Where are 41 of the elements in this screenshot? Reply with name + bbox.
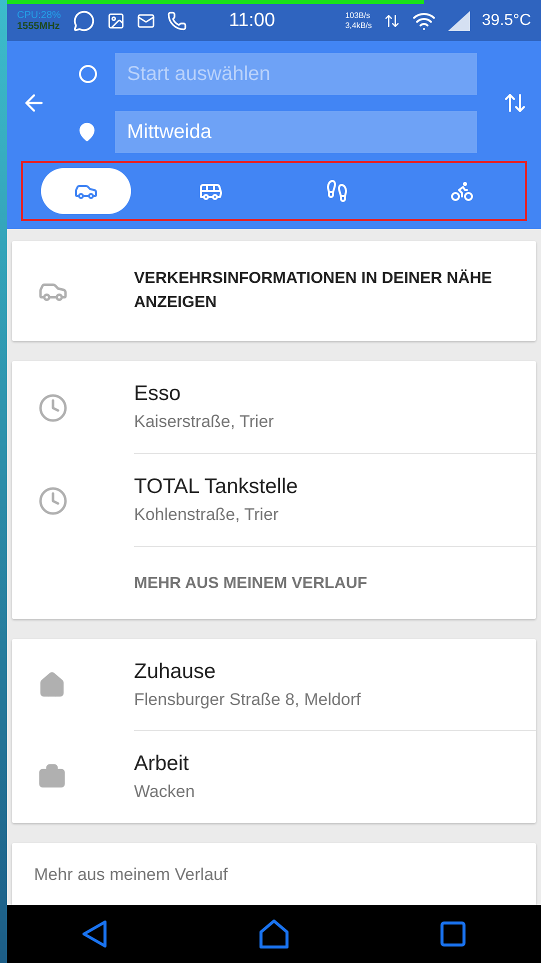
clock-icon xyxy=(38,486,68,516)
traffic-card[interactable]: VERKEHRSINFORMATIONEN IN DEINER NÄHE ANZEIGEN xyxy=(12,241,536,341)
home-icon xyxy=(38,671,66,699)
start-circle-icon xyxy=(79,65,97,83)
mail-icon xyxy=(136,12,155,30)
signal-icon xyxy=(448,10,470,30)
cpu-usage: CPU:28% xyxy=(17,10,61,20)
traffic-label: VERKEHRSINFORMATIONEN IN DEINER NÄHE ANZEIGEN xyxy=(134,268,493,313)
phone-icon xyxy=(166,10,187,30)
travel-mode-tab[interactable] xyxy=(41,168,131,214)
swap-icon[interactable] xyxy=(503,91,527,115)
upload-rate: 103B/s xyxy=(345,10,372,20)
bicycle-icon xyxy=(450,179,474,203)
clock-time: 11:00 xyxy=(228,10,276,32)
place-address: Wacken xyxy=(134,782,196,802)
chat-icon xyxy=(72,10,95,32)
data-transfer-icon xyxy=(384,12,400,28)
place-address: Flensburger Straße 8, Meldorf xyxy=(134,690,362,710)
place-title: TOTAL Tankstelle xyxy=(134,475,299,499)
temperature: 39.5°C xyxy=(482,12,531,30)
place-title: Esso xyxy=(134,382,182,406)
place-title: Zuhause xyxy=(134,660,217,684)
more-card[interactable]: Mehr aus meinem Verlauf xyxy=(12,843,536,907)
start-field[interactable]: Start auswählen xyxy=(115,53,477,95)
recents-nav-icon[interactable] xyxy=(440,921,466,947)
saved-place-item[interactable]: Arbeit Wacken xyxy=(12,731,536,823)
place-address: Kaiserstraße, Trier xyxy=(134,412,275,432)
place-title: Arbeit xyxy=(134,752,190,776)
pin-icon xyxy=(77,122,97,142)
more-history-link[interactable]: MEHR AUS MEINEM VERLAUF xyxy=(134,547,536,619)
saved-place-item[interactable]: Zuhause Flensburger Straße 8, Meldorf xyxy=(12,639,536,731)
cpu-frequency: 1555MHz xyxy=(17,20,61,32)
history-item[interactable]: Esso Kaiserstraße, Trier xyxy=(12,361,536,454)
clock-icon xyxy=(38,392,68,422)
place-address: Kohlenstraße, Trier xyxy=(134,505,280,525)
home-nav-icon[interactable] xyxy=(258,919,289,949)
history-item[interactable]: TOTAL Tankstelle Kohlenstraße, Trier xyxy=(12,454,536,547)
download-rate: 3,4kB/s xyxy=(345,20,372,30)
back-nav-icon[interactable] xyxy=(82,920,108,948)
image-icon xyxy=(106,12,125,30)
more-history-text: Mehr aus meinem Verlauf xyxy=(34,865,229,885)
